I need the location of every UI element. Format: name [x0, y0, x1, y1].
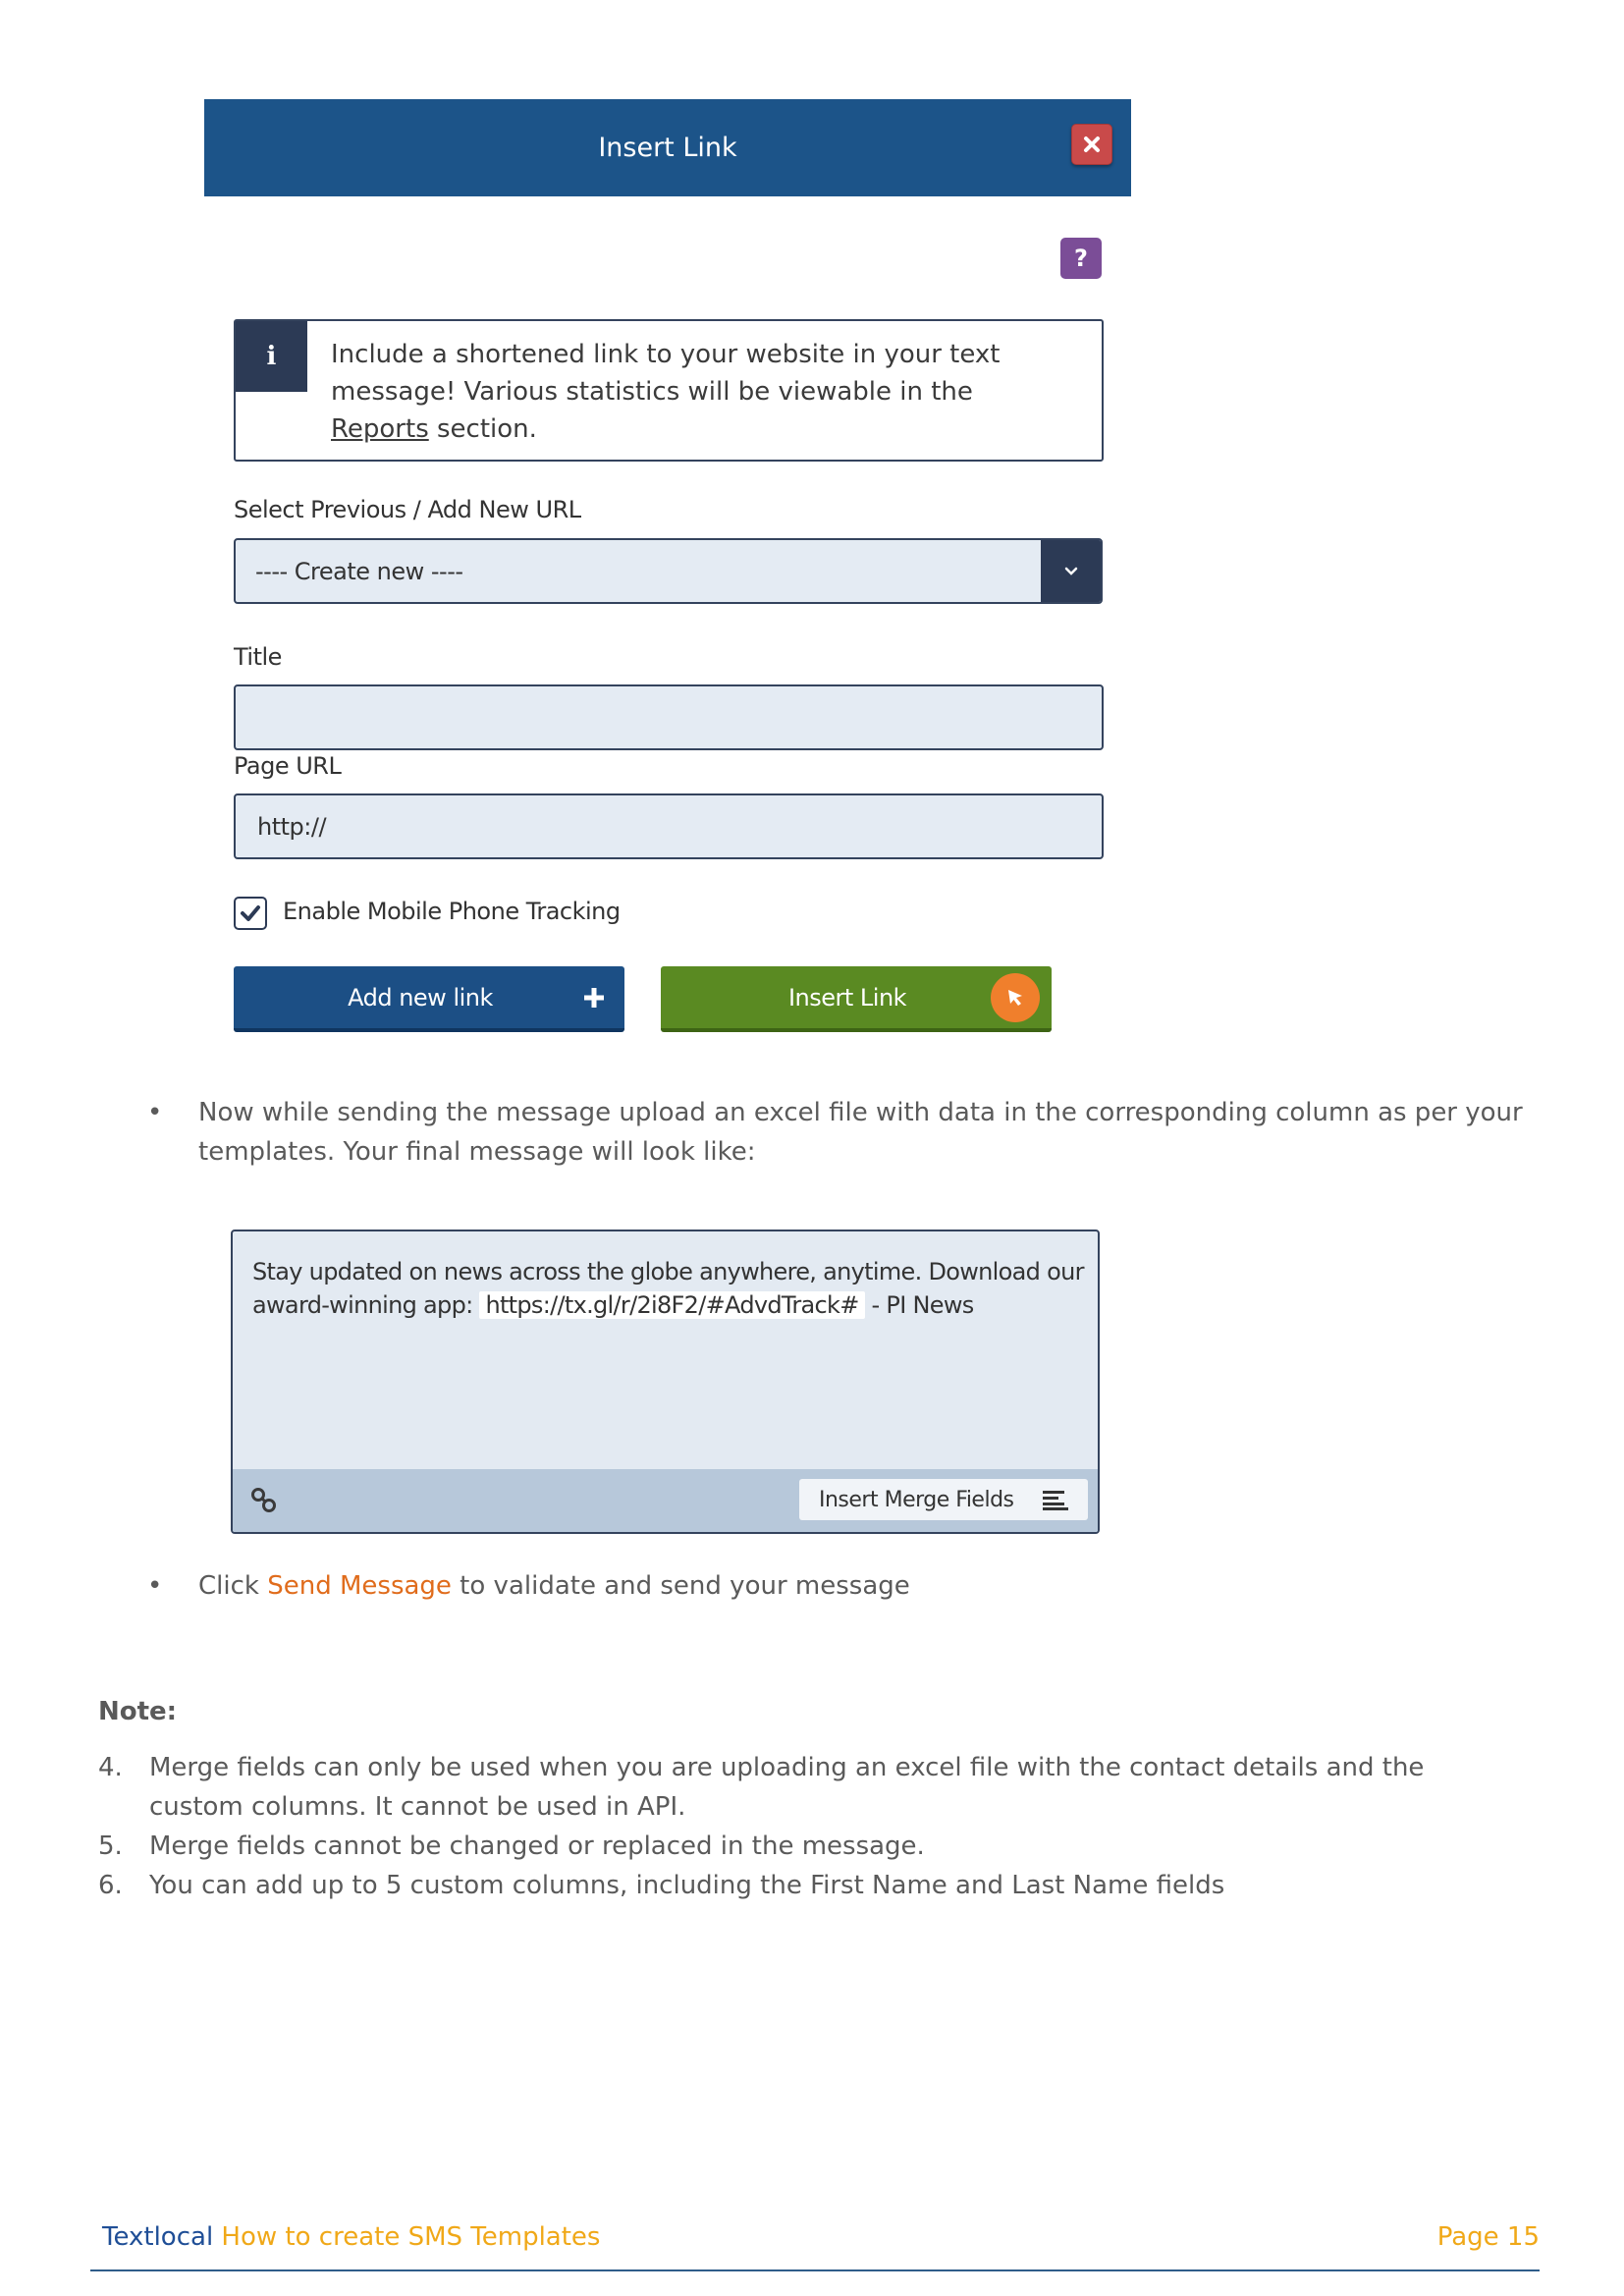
close-button[interactable]: [1071, 124, 1112, 165]
note-item: 5. Merge fields cannot be changed or rep…: [98, 1827, 1532, 1866]
page-number: Page 15: [1436, 2222, 1540, 2252]
note-text: Merge fields cannot be changed or replac…: [149, 1831, 925, 1861]
info-panel: i Include a shortened link to your websi…: [234, 319, 1104, 462]
insert-link-label: Insert Link: [787, 983, 907, 1011]
plus-icon: [584, 988, 604, 1008]
bullet-text: Click Send Message to validate and send …: [198, 1571, 910, 1601]
tracking-label: Enable Mobile Phone Tracking: [283, 898, 621, 925]
note-title: Note:: [98, 1697, 178, 1726]
link-icon[interactable]: [250, 1487, 278, 1514]
send-message-highlight: Send Message: [267, 1571, 452, 1601]
dialog-title: Insert Link: [598, 133, 737, 163]
note-item: 6. You can add up to 5 custom columns, i…: [98, 1866, 1532, 1905]
page-url-label: Page URL: [234, 752, 342, 780]
footer-divider: [90, 2269, 1540, 2271]
footer-title: Textlocal How to create SMS Templates: [102, 2222, 600, 2252]
note-text: Merge fields can only be used when you a…: [149, 1753, 1425, 1822]
insert-merge-fields-label: Insert Merge Fields: [819, 1487, 1014, 1512]
bullet-marker: •: [147, 1098, 163, 1127]
bullet-text: Now while sending the message upload an …: [198, 1098, 1523, 1167]
add-new-link-label: Add new link: [348, 983, 493, 1011]
tracking-checkbox[interactable]: [234, 897, 267, 930]
reports-link[interactable]: Reports: [331, 414, 429, 444]
add-new-link-button[interactable]: Add new link: [234, 966, 624, 1032]
message-toolbar: Insert Merge Fields: [233, 1469, 1098, 1532]
bullet-marker: •: [147, 1571, 163, 1601]
note-number: 6.: [98, 1871, 123, 1900]
info-text: Include a shortened link to your website…: [331, 340, 1001, 444]
url-select-value: ---- Create new ----: [255, 558, 463, 585]
note-text: You can add up to 5 custom columns, incl…: [149, 1871, 1225, 1900]
note-item: 4. Merge fields can only be used when yo…: [98, 1748, 1532, 1827]
chevron-down-icon[interactable]: [1041, 540, 1101, 602]
title-label: Title: [234, 643, 282, 671]
insert-link-button[interactable]: Insert Link: [661, 966, 1052, 1032]
bullet-send: • Click Send Message to validate and sen…: [147, 1566, 1542, 1606]
checkmark-icon: [241, 905, 260, 921]
bullet-upload: • Now while sending the message upload a…: [147, 1093, 1542, 1172]
note-number: 5.: [98, 1831, 123, 1861]
message-preview: Stay updated on news across the globe an…: [231, 1230, 1100, 1534]
footer-doc-title: How to create SMS Templates: [213, 2222, 601, 2252]
align-left-icon: [1043, 1491, 1068, 1510]
page-url-input[interactable]: http://: [234, 793, 1104, 859]
close-icon: [1084, 137, 1100, 152]
url-select[interactable]: ---- Create new ----: [234, 538, 1103, 604]
dialog-header: Insert Link: [204, 99, 1131, 196]
select-url-label: Select Previous / Add New URL: [234, 496, 581, 523]
title-input[interactable]: [234, 684, 1104, 750]
info-icon: i: [236, 321, 307, 392]
footer-brand: Textlocal: [102, 2222, 214, 2252]
cursor-icon: [991, 973, 1040, 1022]
message-text[interactable]: Stay updated on news across the globe an…: [252, 1255, 1087, 1322]
help-button[interactable]: ?: [1060, 238, 1102, 279]
insert-merge-fields-button[interactable]: Insert Merge Fields: [799, 1479, 1088, 1520]
note-number: 4.: [98, 1753, 123, 1782]
short-link: https://tx.gl/r/2i8F2/#AdvdTrack#: [479, 1291, 865, 1319]
help-icon: ?: [1074, 245, 1088, 272]
